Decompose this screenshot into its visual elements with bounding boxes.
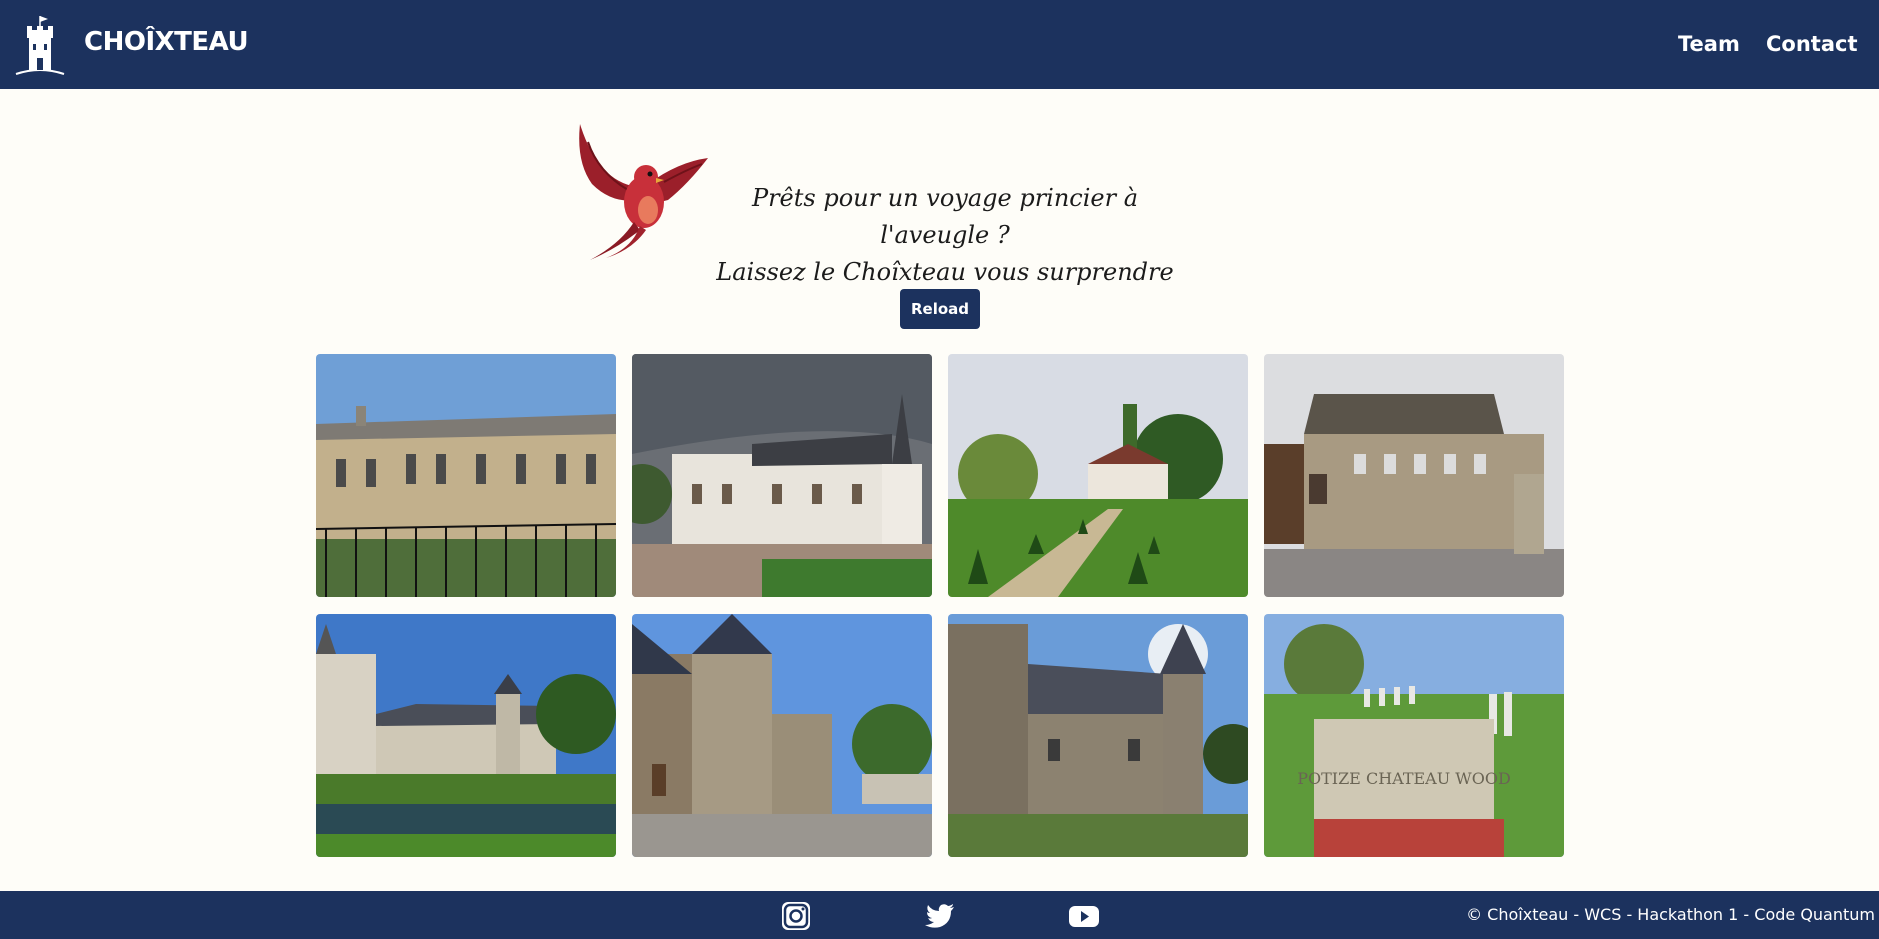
gallery-image-memorial-stone-cemetery[interactable]: POTIZE CHATEAU WOOD [1264,614,1564,857]
brand-name[interactable]: CHOÎXTEAU [84,27,249,57]
gallery-image-classical-stone-palace[interactable] [316,354,616,597]
nav-link-team[interactable]: Team [1678,32,1740,56]
youtube-icon[interactable] [1068,900,1100,932]
stone-tower-courtyard-image [632,614,932,857]
white-chateau-with-turret-image [632,354,932,597]
tagline-line-1: Prêts pour un voyage princier à l'aveugl… [751,184,1139,249]
manor-with-garden-path-image [948,354,1248,597]
twitter-icon[interactable] [924,900,956,932]
gallery-image-granite-manor-towers[interactable] [948,614,1248,857]
site-header: CHOÎXTEAU Team Contact [0,0,1879,89]
castle-tower-logo-icon[interactable] [14,14,66,76]
gallery-image-white-chateau-with-turret[interactable] [632,354,932,597]
gallery-image-stone-tower-courtyard[interactable] [632,614,932,857]
site-footer: © Choîxteau - WCS - Hackathon 1 - Code Q… [0,891,1879,939]
red-bird-illustration [579,124,708,260]
classical-stone-palace-image [316,354,616,597]
memorial-stone-cemetery-image: POTIZE CHATEAU WOOD [1264,614,1564,857]
castle-with-moat-image [316,614,616,857]
nav-link-contact[interactable]: Contact [1766,32,1858,56]
memorial-stone-lettering: POTIZE CHATEAU WOOD [1297,769,1511,788]
gallery-image-old-stone-house[interactable] [1264,354,1564,597]
copyright-text: © Choîxteau - WCS - Hackathon 1 - Code Q… [1466,905,1875,924]
reload-button[interactable]: Reload [900,289,980,329]
old-stone-house-image [1264,354,1564,597]
gallery-image-manor-with-garden-path[interactable] [948,354,1248,597]
granite-manor-towers-image [948,614,1248,857]
instagram-icon[interactable] [780,900,812,932]
gallery-image-castle-with-moat[interactable] [316,614,616,857]
